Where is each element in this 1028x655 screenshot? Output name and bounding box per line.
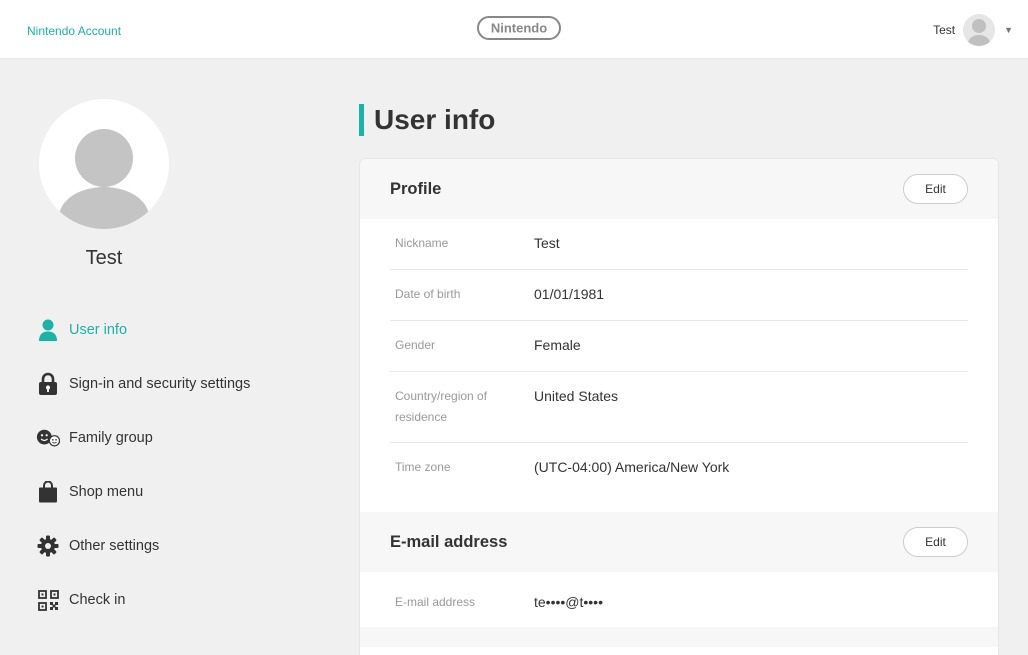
sidebar-item-security[interactable]: Sign-in and security settings xyxy=(36,357,250,411)
table-row: Date of birth 01/01/1981 xyxy=(390,270,968,321)
avatar-icon xyxy=(59,129,149,229)
qr-code-icon xyxy=(36,588,60,612)
profile-avatar xyxy=(39,99,169,229)
gear-icon xyxy=(36,534,60,558)
table-row: Gender Female xyxy=(390,321,968,372)
sidebar-item-user-info[interactable]: User info xyxy=(36,303,250,357)
family-icon xyxy=(36,426,60,450)
sidebar-item-shop-menu[interactable]: Shop menu xyxy=(36,465,250,519)
page-title: User info xyxy=(359,104,495,136)
time-zone-label: Time zone xyxy=(395,460,451,474)
person-icon xyxy=(36,318,60,342)
time-zone-value: (UTC-04:00) America/New York xyxy=(534,459,730,475)
nintendo-logo[interactable]: Nintendo xyxy=(477,16,561,40)
table-row: E-mail address te••••@t•••• xyxy=(390,572,968,627)
email-edit-button[interactable]: Edit xyxy=(903,527,968,557)
sidebar-item-label: Shop menu xyxy=(69,484,144,500)
header-user-name: Test xyxy=(933,23,956,37)
user-info-card: Profile Edit Nickname Test Date of birth… xyxy=(359,158,999,655)
profile-rows: Nickname Test Date of birth 01/01/1981 G… xyxy=(360,219,998,512)
profile-section-title: Profile xyxy=(390,179,442,198)
email-section-header: E-mail address Edit xyxy=(360,512,998,572)
gender-value: Female xyxy=(534,337,581,353)
top-header: Nintendo Account Nintendo Test ▼ xyxy=(0,0,1028,59)
sidebar-item-label: Sign-in and security settings xyxy=(69,376,251,392)
email-section-title: E-mail address xyxy=(390,532,508,551)
nickname-value: Test xyxy=(534,235,560,251)
sidebar-item-other-settings[interactable]: Other settings xyxy=(36,519,250,573)
profile-edit-button[interactable]: Edit xyxy=(903,174,968,204)
user-menu[interactable]: Test ▼ xyxy=(933,14,1013,46)
sidebar-item-label: Family group xyxy=(69,430,153,446)
date-of-birth-value: 01/01/1981 xyxy=(534,286,605,302)
chevron-down-icon[interactable]: ▼ xyxy=(1004,25,1013,35)
sidebar-nav: User info Sign-in and security settings … xyxy=(36,303,250,627)
sidebar-item-label: Other settings xyxy=(69,538,160,554)
table-row: Country/region of residence United State… xyxy=(390,372,968,443)
country-label: Country/region of residence xyxy=(395,389,488,424)
country-value: United States xyxy=(534,388,619,404)
sidebar-item-label: User info xyxy=(69,322,128,338)
lock-icon xyxy=(36,372,60,396)
profile-section-header: Profile Edit xyxy=(360,159,998,219)
next-section-strip xyxy=(360,627,998,647)
email-rows: E-mail address te••••@t•••• xyxy=(360,572,998,627)
table-row: Nickname Test xyxy=(390,219,968,270)
table-row: Time zone (UTC-04:00) America/New York xyxy=(390,443,968,494)
logo-text: Nintendo xyxy=(491,21,547,36)
nickname-label: Nickname xyxy=(395,236,449,250)
sidebar-item-family-group[interactable]: Family group xyxy=(36,411,250,465)
sidebar-item-label: Check in xyxy=(69,592,126,608)
sidebar-item-check-in[interactable]: Check in xyxy=(36,573,250,627)
sidebar: Test User info Sign-in and security sett… xyxy=(0,59,330,655)
nintendo-account-link[interactable]: Nintendo Account xyxy=(27,24,121,38)
gender-label: Gender xyxy=(395,338,436,352)
date-of-birth-label: Date of birth xyxy=(395,287,461,301)
avatar-icon xyxy=(968,19,991,46)
profile-name: Test xyxy=(85,247,123,269)
email-value: te••••@t•••• xyxy=(534,594,603,610)
shopping-bag-icon xyxy=(36,480,60,504)
email-label: E-mail address xyxy=(395,595,476,609)
avatar xyxy=(963,14,996,46)
